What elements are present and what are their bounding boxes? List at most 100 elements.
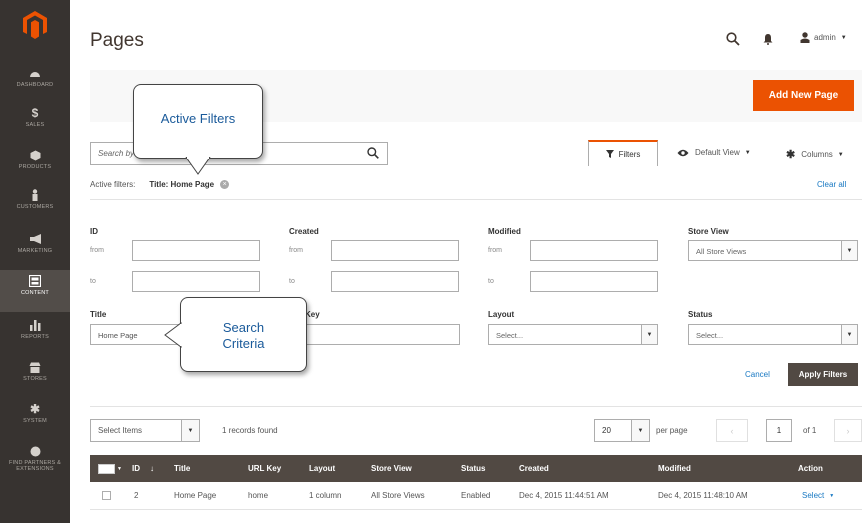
sidebar-item-reports[interactable]: REPORTS bbox=[0, 318, 70, 358]
mass-select-dropdown[interactable]: Select Items ▼ bbox=[90, 419, 200, 442]
per-page-value: 20 bbox=[602, 426, 611, 435]
chevron-down-icon: ▼ bbox=[641, 325, 657, 344]
chevron-left-icon: ‹ bbox=[730, 425, 734, 436]
filter-created-to-input[interactable] bbox=[331, 271, 459, 292]
user-icon bbox=[800, 32, 810, 43]
sidebar-item-content[interactable]: CONTENT bbox=[0, 270, 70, 312]
mass-action-checkbox[interactable]: ▼ bbox=[98, 455, 122, 482]
chevron-down-icon: ▼ bbox=[117, 465, 122, 472]
sidebar-item-sales[interactable]: $ SALES bbox=[0, 106, 70, 146]
column-header-label: ID bbox=[132, 464, 140, 473]
dollar-icon: $ bbox=[31, 106, 39, 120]
apply-filters-button[interactable]: Apply Filters bbox=[788, 363, 858, 386]
sidebar-item-customers[interactable]: CUSTOMERS bbox=[0, 188, 70, 228]
user-name: admin bbox=[814, 33, 836, 42]
filter-store-view-label: Store View bbox=[688, 227, 729, 236]
column-header-created[interactable]: Created bbox=[519, 455, 549, 482]
cube-icon bbox=[28, 148, 42, 162]
chevron-down-icon: ▼ bbox=[840, 34, 847, 41]
sidebar-item-products[interactable]: PRODUCTS bbox=[0, 148, 70, 188]
add-new-page-button[interactable]: Add New Page bbox=[753, 80, 854, 111]
column-header-status[interactable]: Status bbox=[461, 455, 485, 482]
filter-layout-select[interactable]: Select... ▼ bbox=[488, 324, 658, 345]
sidebar-item-partners[interactable]: FIND PARTNERS & EXTENSIONS bbox=[0, 444, 70, 484]
active-filters-callout: Active Filters bbox=[133, 84, 263, 159]
sidebar-item-stores[interactable]: STORES bbox=[0, 360, 70, 400]
cancel-button[interactable]: Cancel bbox=[745, 370, 770, 379]
row-action-select[interactable]: Select ▼ bbox=[802, 482, 834, 509]
page-number-input[interactable]: 1 bbox=[766, 419, 792, 442]
filter-status-value: Select... bbox=[696, 331, 724, 340]
sidebar-item-marketing[interactable]: MARKETING bbox=[0, 232, 70, 272]
filter-id-from-input[interactable] bbox=[132, 240, 260, 261]
chevron-down-icon: ▼ bbox=[181, 420, 199, 441]
gear-icon: ✱ bbox=[29, 402, 41, 416]
column-header-modified[interactable]: Modified bbox=[658, 455, 691, 482]
previous-page-button[interactable]: ‹ bbox=[716, 419, 748, 442]
filter-store-view-select[interactable]: All Store Views ▼ bbox=[688, 240, 858, 261]
filter-url-key-input[interactable] bbox=[290, 324, 460, 345]
sidebar-item-dashboard[interactable]: DASHBOARD bbox=[0, 66, 70, 106]
callout-text: Active Filters bbox=[160, 111, 236, 126]
dashboard-icon bbox=[28, 66, 42, 80]
column-header-store-view[interactable]: Store View bbox=[371, 455, 412, 482]
sidebar-item-label: DASHBOARD bbox=[16, 82, 54, 88]
columns-label: Columns bbox=[801, 150, 833, 159]
filter-layout-label: Layout bbox=[488, 310, 515, 319]
chevron-down-icon: ▼ bbox=[744, 149, 751, 156]
remove-filter-icon[interactable]: × bbox=[220, 180, 230, 189]
sidebar-item-label: CUSTOMERS bbox=[16, 204, 54, 210]
admin-sidebar: DASHBOARD $ SALES PRODUCTS CUSTOMERS MAR… bbox=[0, 0, 70, 523]
row-action-label: Select bbox=[802, 491, 825, 500]
funnel-icon bbox=[605, 150, 614, 158]
row-checkbox[interactable] bbox=[102, 482, 111, 509]
per-page-select[interactable]: 20 ▼ bbox=[594, 419, 650, 442]
chevron-down-icon: ▼ bbox=[841, 241, 857, 260]
filter-modified-from-input[interactable] bbox=[530, 240, 658, 261]
filter-modified-to-input[interactable] bbox=[530, 271, 658, 292]
search-icon[interactable] bbox=[726, 32, 740, 46]
megaphone-icon bbox=[28, 232, 42, 246]
column-header-id[interactable]: ID ↓ bbox=[132, 455, 154, 482]
search-submit-icon[interactable] bbox=[367, 147, 379, 159]
filter-status-label: Status bbox=[688, 310, 713, 319]
sidebar-item-label: SALES bbox=[25, 122, 45, 128]
person-icon bbox=[28, 188, 42, 202]
content-icon bbox=[28, 274, 42, 288]
sidebar-item-system[interactable]: ✱ SYSTEM bbox=[0, 402, 70, 442]
sidebar-item-label: MARKETING bbox=[17, 248, 53, 254]
per-page-label: per page bbox=[656, 426, 688, 435]
chevron-down-icon: ▼ bbox=[841, 325, 857, 344]
callout-text-line-1: Search bbox=[222, 320, 265, 335]
active-filters-label: Active filters: bbox=[90, 180, 136, 189]
columns-dropdown[interactable]: ✱ Columns ▼ bbox=[786, 148, 844, 161]
filter-status-select[interactable]: Select... ▼ bbox=[688, 324, 858, 345]
magento-logo[interactable] bbox=[18, 8, 52, 42]
column-header-layout[interactable]: Layout bbox=[309, 455, 335, 482]
cell-title: Home Page bbox=[174, 491, 217, 500]
bar-chart-icon bbox=[28, 318, 42, 332]
filters-button[interactable]: Filters bbox=[588, 140, 658, 166]
sidebar-item-label: STORES bbox=[23, 376, 47, 382]
filter-title-label: Title bbox=[90, 310, 107, 319]
page-count: of 1 bbox=[803, 426, 817, 435]
filter-id-from-label: from bbox=[90, 247, 104, 254]
column-header-title[interactable]: Title bbox=[174, 455, 190, 482]
cell-status: Enabled bbox=[461, 491, 491, 500]
default-view-dropdown[interactable]: Default View ▼ bbox=[677, 148, 751, 157]
bell-icon[interactable] bbox=[762, 33, 774, 45]
clear-all-link[interactable]: Clear all bbox=[817, 180, 846, 189]
filter-store-view-value: All Store Views bbox=[696, 247, 747, 256]
next-page-button[interactable]: › bbox=[834, 419, 862, 442]
sidebar-item-label: FIND PARTNERS & EXTENSIONS bbox=[9, 460, 61, 472]
callout-text-line-2: Criteria bbox=[222, 336, 265, 351]
filter-id-to-input[interactable] bbox=[132, 271, 260, 292]
filter-created-label: Created bbox=[289, 227, 319, 236]
filter-modified-to-label: to bbox=[488, 278, 494, 285]
callout-pointer bbox=[185, 157, 211, 175]
filter-layout-value: Select... bbox=[496, 331, 524, 340]
user-menu[interactable]: admin ▼ bbox=[800, 32, 847, 43]
callout-pointer bbox=[164, 322, 182, 348]
column-header-url-key[interactable]: URL Key bbox=[248, 455, 281, 482]
filter-created-from-input[interactable] bbox=[331, 240, 459, 261]
